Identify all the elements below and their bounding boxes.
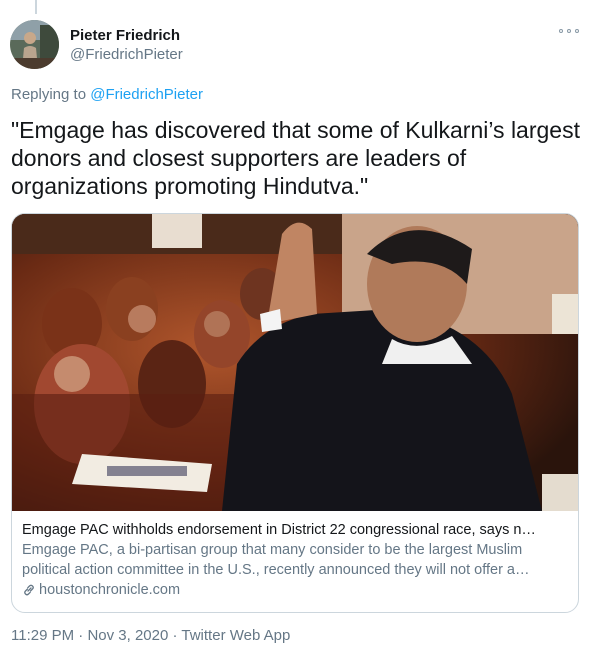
tweet-header: Pieter Friedrich @FriedrichPieter — [10, 18, 583, 72]
meta-separator: · — [74, 627, 88, 644]
link-preview-card[interactable]: Emgage PAC withholds endorsement in Dist… — [11, 213, 579, 613]
link-icon — [22, 583, 36, 597]
tweet-time[interactable]: 11:29 PM — [11, 627, 74, 644]
replying-to: Replying to @FriedrichPieter — [11, 86, 203, 103]
author-names: Pieter Friedrich @FriedrichPieter — [70, 26, 183, 64]
author-display-name[interactable]: Pieter Friedrich — [70, 26, 183, 45]
card-domain-text: houstonchronicle.com — [39, 582, 181, 598]
dot — [559, 29, 563, 33]
replying-to-label: Replying to — [11, 86, 87, 103]
dot — [567, 29, 571, 33]
thread-connector-line — [35, 0, 37, 14]
tweet-meta: 11:29 PM · Nov 3, 2020 · Twitter Web App — [11, 627, 290, 644]
author-handle[interactable]: @FriedrichPieter — [70, 45, 183, 64]
card-body: Emgage PAC withholds endorsement in Dist… — [12, 512, 578, 612]
tweet-text: "Emgage has discovered that some of Kulk… — [11, 117, 580, 199]
avatar-photo-icon — [10, 20, 59, 69]
tweet-date[interactable]: Nov 3, 2020 — [87, 627, 168, 644]
tweet-source[interactable]: Twitter Web App — [181, 627, 290, 644]
card-image[interactable] — [12, 214, 578, 511]
card-domain: houstonchronicle.com — [22, 580, 568, 600]
avatar[interactable] — [10, 20, 59, 69]
news-photo-icon — [12, 214, 578, 511]
meta-separator: · — [168, 627, 182, 644]
dot — [575, 29, 579, 33]
card-title: Emgage PAC withholds endorsement in Dist… — [22, 522, 536, 538]
replying-to-handle-link[interactable]: @FriedrichPieter — [90, 86, 203, 103]
card-description: Emgage PAC, a bi-partisan group that man… — [22, 542, 530, 578]
more-options-icon[interactable] — [559, 26, 579, 36]
